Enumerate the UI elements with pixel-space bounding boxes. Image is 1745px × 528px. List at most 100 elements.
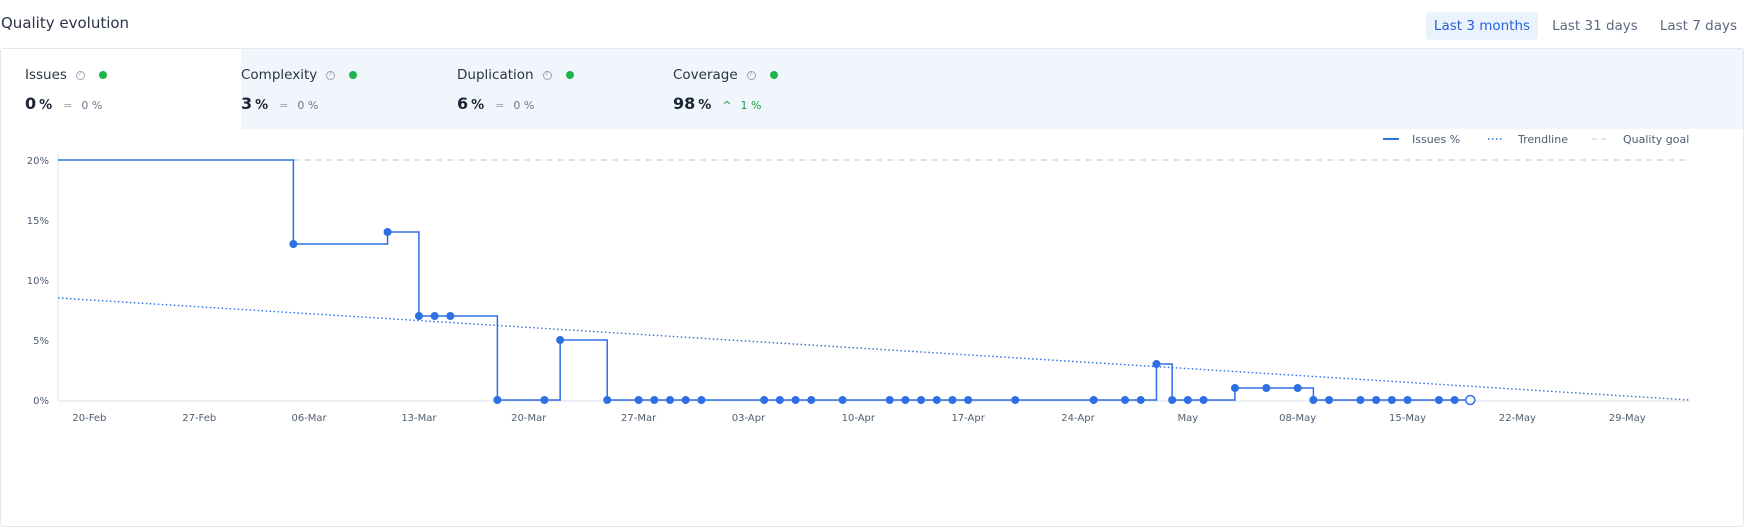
issues-series-line	[58, 159, 1471, 401]
issues-data-point	[1309, 396, 1318, 404]
x-tick-label: 06-Mar	[291, 413, 327, 424]
x-tick-label: 27-Feb	[182, 413, 216, 424]
x-tick-label: 15-May	[1389, 413, 1426, 424]
metric-header: Complexity	[241, 67, 358, 83]
status-dot-icon	[98, 71, 107, 79]
metric-tab-duplication[interactable]: Duplication 6 % = 0 %	[433, 49, 673, 129]
issues-data-point	[383, 228, 392, 236]
metric-values: 3 % = 0 %	[241, 94, 318, 113]
metric-unit: %	[255, 98, 269, 113]
x-tick-label: 03-Apr	[732, 413, 766, 424]
issues-data-point	[446, 312, 455, 320]
tab-last-31-days[interactable]: Last 31 days	[1544, 12, 1646, 40]
y-tick-label: 5%	[33, 336, 49, 347]
x-tick-label: 20-Feb	[72, 413, 106, 424]
help-icon[interactable]	[326, 70, 336, 80]
issues-data-point	[838, 396, 847, 404]
metric-tab-coverage[interactable]: Coverage 98 % ^ 1 %	[649, 49, 889, 129]
issues-data-point	[807, 396, 816, 404]
issues-data-point	[1372, 396, 1381, 404]
issues-data-point	[414, 312, 423, 320]
issues-data-point	[1403, 396, 1412, 404]
help-icon[interactable]	[542, 70, 552, 80]
range-tabs: Last 3 months Last 31 days Last 7 days	[1425, 12, 1745, 40]
issues-data-point	[917, 396, 926, 404]
status-dot-icon	[349, 71, 358, 79]
help-icon[interactable]	[75, 70, 85, 80]
issues-data-point	[493, 396, 502, 404]
legend-goal-label: Quality goal	[1623, 133, 1689, 146]
metric-values: 0 % = 0 %	[25, 94, 102, 113]
legend-trendline-label: Trendline	[1517, 133, 1568, 146]
delta-equal-icon: =	[279, 99, 289, 112]
y-tick-label: 10%	[27, 276, 49, 287]
issues-data-point	[1325, 396, 1334, 404]
issues-data-point	[791, 396, 800, 404]
legend-issues-label: Issues %	[1412, 133, 1460, 146]
y-tick-label: 0%	[33, 396, 49, 407]
issues-data-point	[1152, 360, 1161, 368]
page-title: Quality evolution	[1, 14, 130, 32]
metric-values: 98 % ^ 1 %	[673, 94, 761, 113]
header: Quality evolution Last 3 months Last 31 …	[0, 0, 1745, 48]
metric-header: Duplication	[457, 67, 574, 83]
issues-data-point	[1168, 396, 1177, 404]
metric-value: 6	[457, 94, 469, 113]
issues-data-point	[556, 336, 565, 344]
metric-unit: %	[39, 98, 53, 113]
issues-data-point	[1434, 396, 1443, 404]
metric-unit: %	[471, 98, 485, 113]
issues-data-point	[885, 396, 894, 404]
metric-tab-issues[interactable]: Issues 0 % = 0 %	[1, 49, 241, 129]
issues-data-point	[634, 396, 643, 404]
issues-data-point	[430, 312, 439, 320]
issues-data-point	[1183, 396, 1192, 404]
tab-last-3-months[interactable]: Last 3 months	[1425, 12, 1539, 40]
metric-label: Issues	[25, 67, 67, 83]
issues-data-point	[666, 396, 674, 404]
issues-data-point	[1293, 384, 1302, 392]
delta-equal-icon: =	[63, 99, 73, 112]
metric-label: Coverage	[673, 67, 738, 83]
y-tick-label: 20%	[27, 156, 49, 167]
issues-data-point	[1262, 384, 1271, 392]
metric-label: Complexity	[241, 67, 318, 83]
issues-data-point	[681, 396, 690, 404]
metric-delta: 0 %	[297, 99, 319, 112]
x-tick-label: 20-Mar	[511, 413, 547, 424]
metric-label: Duplication	[457, 67, 534, 83]
issues-data-point	[540, 396, 549, 404]
metric-unit: %	[698, 98, 712, 113]
issues-data-point	[1450, 396, 1459, 404]
issues-data-point	[948, 396, 957, 404]
issues-data-point	[964, 396, 973, 404]
x-tick-label: 22-May	[1499, 413, 1536, 424]
issues-data-point	[760, 396, 769, 404]
issues-data-point	[289, 240, 298, 248]
issues-data-point	[932, 396, 941, 404]
y-tick-label: 15%	[27, 216, 49, 227]
quality-card: Issues 0 % = 0 % Complexity 3 % = 0 %	[0, 48, 1744, 527]
x-tick-label: 10-Apr	[842, 413, 876, 424]
x-tick-label: 27-Mar	[621, 413, 657, 424]
delta-up-icon: ^	[722, 99, 732, 112]
issues-data-point	[1199, 396, 1208, 404]
metric-header: Issues	[25, 67, 107, 83]
issues-data-point	[901, 396, 910, 404]
metric-tabs: Issues 0 % = 0 % Complexity 3 % = 0 %	[1, 49, 1743, 129]
x-tick-label: 08-May	[1279, 413, 1316, 424]
help-icon[interactable]	[746, 70, 756, 80]
x-tick-label: 13-Mar	[401, 413, 437, 424]
issues-data-point	[1230, 384, 1239, 392]
metric-tab-complexity[interactable]: Complexity 3 % = 0 %	[217, 49, 457, 129]
metric-header: Coverage	[673, 67, 778, 83]
tab-last-7-days[interactable]: Last 7 days	[1652, 12, 1745, 40]
issues-data-point	[1136, 396, 1145, 404]
metric-value: 98	[673, 94, 696, 113]
x-tick-label: 24-Apr	[1061, 413, 1095, 424]
metric-delta: 0 %	[513, 99, 535, 112]
metric-value: 3	[241, 94, 253, 113]
issues-data-point	[1121, 396, 1130, 404]
status-dot-icon	[565, 71, 574, 79]
metric-values: 6 % = 0 %	[457, 94, 534, 113]
